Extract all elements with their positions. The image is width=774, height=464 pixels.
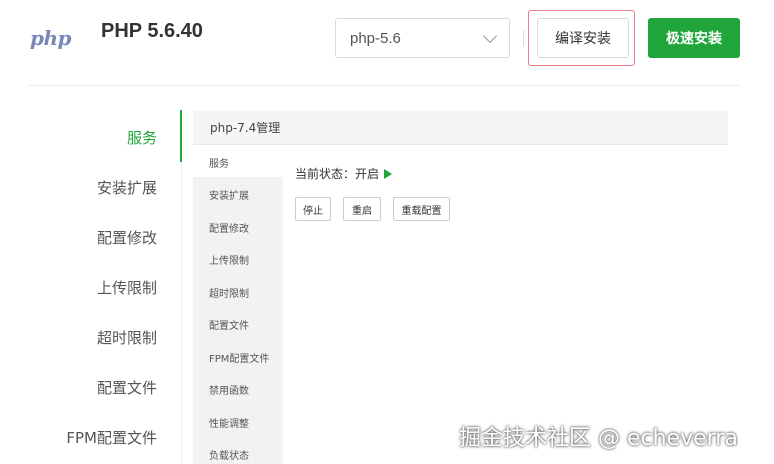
nav-item-timeout-limit[interactable]: 超时限制	[97, 327, 157, 348]
header-divider	[28, 85, 740, 86]
divider	[523, 30, 524, 46]
active-indicator	[180, 110, 182, 162]
sub-nav-item-config-file[interactable]: 配置文件	[209, 317, 249, 332]
nav-item-upload-limit[interactable]: 上传限制	[97, 277, 157, 298]
status-label: 当前状态：	[295, 167, 356, 181]
restart-button[interactable]: 重启	[343, 197, 381, 221]
php-logo-text: php	[30, 26, 72, 50]
nav-item-config-modify[interactable]: 配置修改	[97, 227, 157, 248]
sub-nav-item-upload-limit[interactable]: 上传限制	[209, 252, 249, 267]
sub-nav-item-timeout-limit[interactable]: 超时限制	[209, 285, 249, 300]
sub-nav-item-disabled-funcs[interactable]: 禁用函数	[209, 382, 249, 397]
play-icon	[384, 168, 393, 179]
version-select-value: php-5.6	[350, 29, 401, 47]
compile-install-button[interactable]: 编译安装	[537, 18, 629, 58]
nav-border	[181, 162, 182, 464]
version-select[interactable]: php-5.6	[335, 18, 510, 58]
sub-nav-item-fpm-config[interactable]: FPM配置文件	[209, 350, 269, 365]
watermark: 掘金技术社区 @ echeverra	[459, 426, 738, 451]
service-status: 当前状态： 开启	[295, 165, 393, 182]
sub-nav-item-performance[interactable]: 性能调整	[209, 415, 249, 430]
stop-button[interactable]: 停止	[295, 197, 331, 221]
page-title: PHP 5.6.40	[101, 20, 203, 42]
nav-item-service[interactable]: 服务	[127, 127, 157, 148]
chevron-down-icon	[482, 28, 498, 43]
sub-nav-item-install-ext[interactable]: 安装扩展	[209, 187, 249, 202]
nav-item-install-ext[interactable]: 安装扩展	[97, 177, 157, 198]
status-value: 开启	[355, 167, 380, 181]
sub-nav-item-config-modify[interactable]: 配置修改	[209, 220, 249, 235]
nav-item-config-file[interactable]: 配置文件	[97, 377, 157, 398]
panel-sub-nav: 服务 安装扩展 配置修改 上传限制 超时限制 配置文件 FPM配置文件 禁用函数…	[193, 145, 283, 464]
sub-nav-active-bg	[193, 145, 283, 177]
php-logo: php	[30, 26, 76, 52]
reload-config-button[interactable]: 重载配置	[393, 197, 450, 221]
panel-header: php-7.4管理	[193, 111, 728, 145]
panel-title: php-7.4管理	[210, 121, 281, 135]
sub-nav-item-load-status[interactable]: 负载状态	[209, 447, 249, 462]
sub-nav-item-service[interactable]: 服务	[209, 155, 229, 170]
nav-item-fpm-config[interactable]: FPM配置文件	[66, 427, 157, 448]
fast-install-button[interactable]: 极速安装	[648, 18, 740, 58]
